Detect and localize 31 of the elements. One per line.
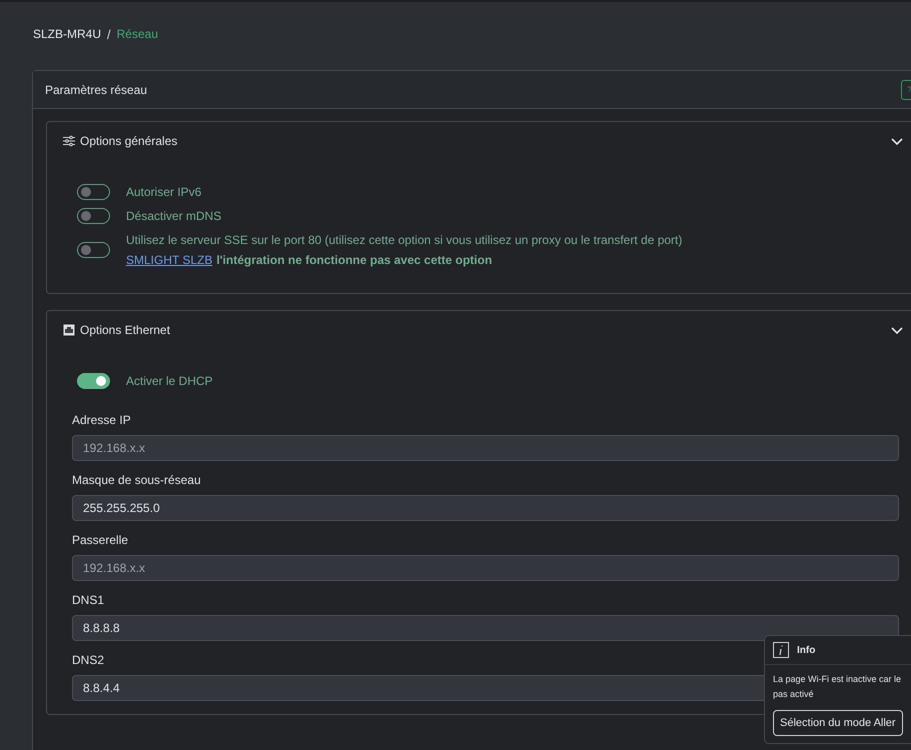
mode-select-button[interactable]: Sélection du mode Aller — [773, 710, 903, 736]
toast-message: pas activé — [773, 688, 815, 701]
field-label: Passerelle — [72, 533, 130, 547]
info-icon — [773, 642, 789, 658]
field-label: DNS2 — [72, 653, 106, 667]
toggle-switch[interactable] — [77, 242, 110, 258]
section-title: Options générales — [80, 134, 178, 148]
warning-note: l'intégration ne fonctionne pas avec cette option — [216, 252, 492, 269]
toast-title: Info — [797, 644, 816, 656]
breadcrumb-separator: / — [107, 26, 111, 42]
input-field[interactable]: 192.168.x.x — [72, 555, 899, 581]
field-label: Masque de sous-réseau — [72, 473, 202, 487]
panel-title: Paramètres réseau — [45, 82, 148, 96]
switch-label: Utilisez le serveur SSE sur le port 80 (utilisez cette option si vous utilisez un proxy ou le transfert de port) — [126, 233, 682, 247]
integration-link[interactable]: SMLIGHT SLZB — [126, 250, 212, 270]
breadcrumb-link[interactable]: Réseau — [116, 27, 158, 41]
input-field[interactable]: 192.168.x.x — [72, 435, 899, 461]
switch-label: Activer le DHCP — [126, 374, 213, 388]
ethernet-port-icon — [63, 324, 75, 336]
input-field[interactable]: 255.255.255.0 — [72, 495, 899, 521]
field-label: DNS1 — [72, 593, 106, 607]
toggle-switch[interactable] — [77, 208, 110, 224]
sliders-icon — [63, 135, 75, 147]
switch-label: Désactiver mDNS — [126, 209, 222, 223]
field-label: Adresse IP — [72, 413, 132, 427]
breadcrumb-link[interactable]: SLZB-MR4U — [33, 27, 102, 41]
section-title: Options Ethernet — [80, 323, 172, 337]
toggle-switch[interactable] — [77, 184, 110, 200]
toggle-switch[interactable] — [77, 373, 110, 389]
input-field[interactable]: 8.8.8.8 — [72, 615, 899, 641]
switch-label: Autoriser IPv6 — [126, 185, 202, 199]
